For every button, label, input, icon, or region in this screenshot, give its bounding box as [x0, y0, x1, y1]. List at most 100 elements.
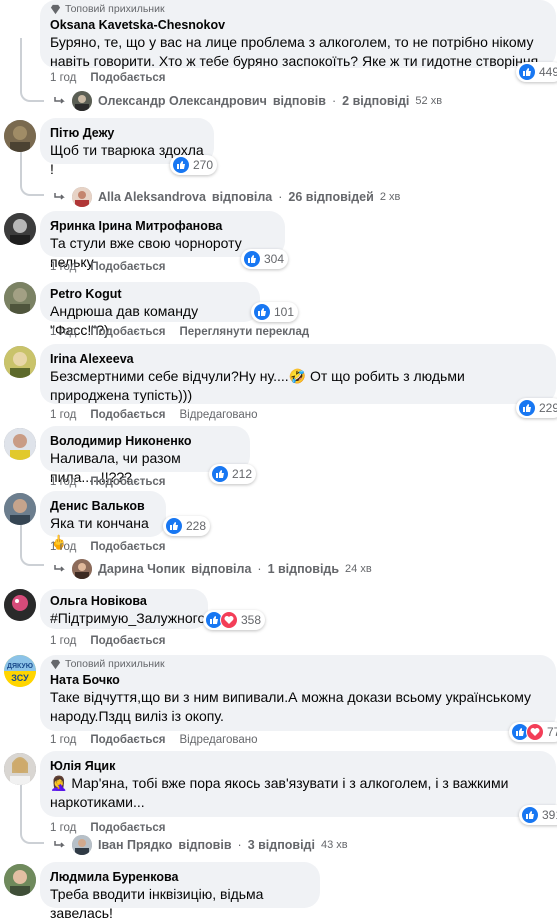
like-button[interactable]: Подобається — [90, 734, 165, 746]
like-button[interactable]: Подобається — [90, 476, 165, 488]
avatar: ДЯКУЮ ЗСУ — [4, 655, 36, 687]
like-reaction-icon — [253, 303, 271, 321]
reaction-count[interactable]: 358 — [203, 610, 266, 630]
comment-actions: 1 год Подобається — [50, 72, 166, 84]
avatar-text: ДЯКУЮ — [7, 663, 33, 670]
like-button[interactable]: Подобається — [90, 822, 165, 834]
author-name[interactable]: Денис Вальков — [50, 498, 156, 514]
comment-actions: 1 год Подобається — [50, 635, 166, 647]
comment-time[interactable]: 1 год — [50, 72, 76, 84]
author-name[interactable]: Petro Kogut — [50, 286, 250, 302]
comment-bubble: Топовий прихильник Oksana Kavetska-Chesn… — [40, 0, 556, 69]
like-button[interactable]: Подобається — [90, 635, 165, 647]
avatar — [4, 864, 36, 896]
replier-name: Alla Aleksandrova — [98, 190, 206, 204]
reaction-count[interactable]: 270 — [170, 155, 218, 175]
avatar — [4, 589, 36, 621]
comment-time[interactable]: 1 год — [50, 635, 76, 647]
comment-bubble: Денис Вальков Яка ти кончана 🖕 — [40, 491, 166, 550]
avatar — [72, 91, 92, 111]
author-name[interactable]: Яринка Ірина Митрофанова — [50, 218, 275, 234]
comment-text: Треба вводити інквізицію, відьма завелас… — [50, 886, 264, 921]
replier-name: Олександр Олександрович — [98, 94, 267, 108]
reaction-count[interactable]: 391 — [519, 805, 557, 825]
author-name[interactable]: Людмила Буренкова — [50, 869, 310, 885]
reply-arrow-icon — [54, 565, 65, 572]
reply-time: 43 хв — [320, 839, 348, 851]
diamond-icon — [50, 4, 61, 14]
reaction-count[interactable]: 229 — [516, 398, 557, 418]
author-name[interactable]: Юлія Яцик — [50, 758, 546, 774]
replied-verb: відповів — [272, 94, 326, 108]
comment-text: Таке відчуття,що ви з ним випивали.А мож… — [50, 689, 532, 724]
author-name[interactable]: Пітю Дежу — [50, 125, 204, 141]
like-reaction-icon — [211, 465, 229, 483]
like-reaction-icon — [518, 399, 536, 417]
comment-time[interactable]: 1 год — [50, 734, 76, 746]
comment-actions: 1 год Подобається Відредаговано — [50, 734, 258, 746]
author-name[interactable]: Ольга Новікова — [50, 593, 198, 609]
comment-time[interactable]: 1 год — [50, 476, 76, 488]
see-translation-button[interactable]: Переглянути переклад — [180, 326, 310, 338]
avatar — [4, 282, 36, 314]
author-name[interactable]: Oksana Kavetska-Chesnokov — [50, 17, 546, 33]
comment-time[interactable]: 1 год — [50, 541, 76, 553]
avatar — [4, 753, 36, 785]
top-fan-badge: Топовий прихильник — [50, 658, 546, 670]
top-fan-badge: Топовий прихильник — [50, 3, 546, 15]
like-button[interactable]: Подобається — [90, 326, 165, 338]
avatar — [4, 493, 36, 525]
reply-count: 3 відповіді — [247, 838, 315, 852]
comment-actions: 1 год Подобається — [50, 822, 166, 834]
replies-link[interactable]: Олександр Олександрович відповів · 2 від… — [54, 91, 442, 111]
comment-bubble: Petro Kogut Андрюша дав команду "Фасс!"?… — [40, 282, 260, 338]
comment-actions: 1 год Подобається Переглянути переклад — [50, 326, 309, 338]
reply-arrow-icon — [54, 841, 65, 848]
reaction-count[interactable]: 228 — [163, 516, 211, 536]
avatar-text: ЗСУ — [11, 673, 29, 683]
comment-text: #Підтримую_Залужного — [50, 610, 206, 626]
comment-time[interactable]: 1 год — [50, 326, 76, 338]
reply-count: 26 відповідей — [288, 190, 374, 204]
reaction-count[interactable]: 101 — [251, 302, 299, 322]
comment-text: 🤦‍♀️ Мар'яна, тобі вже пора якось зав'яз… — [50, 775, 509, 810]
replied-verb: відповів — [178, 838, 232, 852]
replier-name: Іван Прядко — [98, 838, 173, 852]
reply-time: 2 хв — [379, 191, 401, 203]
reply-arrow-icon — [54, 193, 65, 200]
like-button[interactable]: Подобається — [90, 541, 165, 553]
comment-time[interactable]: 1 год — [50, 261, 76, 273]
reaction-count[interactable]: 77 — [509, 722, 557, 742]
author-name[interactable]: Irina Alexeeva — [50, 351, 546, 367]
comment-bubble: Ольга Новікова #Підтримую_Залужного — [40, 589, 208, 629]
comment-time[interactable]: 1 год — [50, 822, 76, 834]
reaction-count[interactable]: 212 — [209, 464, 257, 484]
diamond-icon — [50, 659, 61, 669]
like-button[interactable]: Подобається — [90, 261, 165, 273]
comment-text: Буряно, те, що у вас на лице проблема з … — [50, 34, 543, 69]
comment-time[interactable]: 1 год — [50, 409, 76, 421]
like-reaction-icon — [243, 250, 261, 268]
reply-thread-line — [20, 152, 44, 196]
replies-link[interactable]: Alla Aleksandrova відповіла · 26 відпові… — [54, 187, 400, 207]
comment-actions: 1 год Подобається Відредаговано — [50, 409, 258, 421]
replies-link[interactable]: Дарина Чопик відповіла · 1 відповідь 24 … — [54, 559, 372, 579]
comment-bubble: Юлія Яцик 🤦‍♀️ Мар'яна, тобі вже пора як… — [40, 751, 556, 817]
author-name[interactable]: Володимир Никоненко — [50, 433, 240, 449]
reaction-count[interactable]: 449 — [516, 62, 557, 82]
like-button[interactable]: Подобається — [90, 72, 165, 84]
like-button[interactable]: Подобається — [90, 409, 165, 421]
replied-verb: відповіла — [191, 562, 252, 576]
avatar — [72, 835, 92, 855]
replies-link[interactable]: Іван Прядко відповів · 3 відповіді 43 хв — [54, 835, 348, 855]
reply-arrow-icon — [54, 97, 65, 104]
reply-time: 24 хв — [345, 563, 372, 575]
love-reaction-icon — [220, 611, 238, 629]
reaction-count[interactable]: 304 — [241, 249, 289, 269]
replied-verb: відповіла — [211, 190, 273, 204]
comment-actions: 1 год Подобається — [50, 541, 166, 553]
author-name[interactable]: Ната Бочко — [50, 672, 546, 688]
like-reaction-icon — [165, 517, 183, 535]
comment-actions: 1 год Подобається — [50, 261, 166, 273]
reply-count: 2 відповіді — [342, 94, 410, 108]
